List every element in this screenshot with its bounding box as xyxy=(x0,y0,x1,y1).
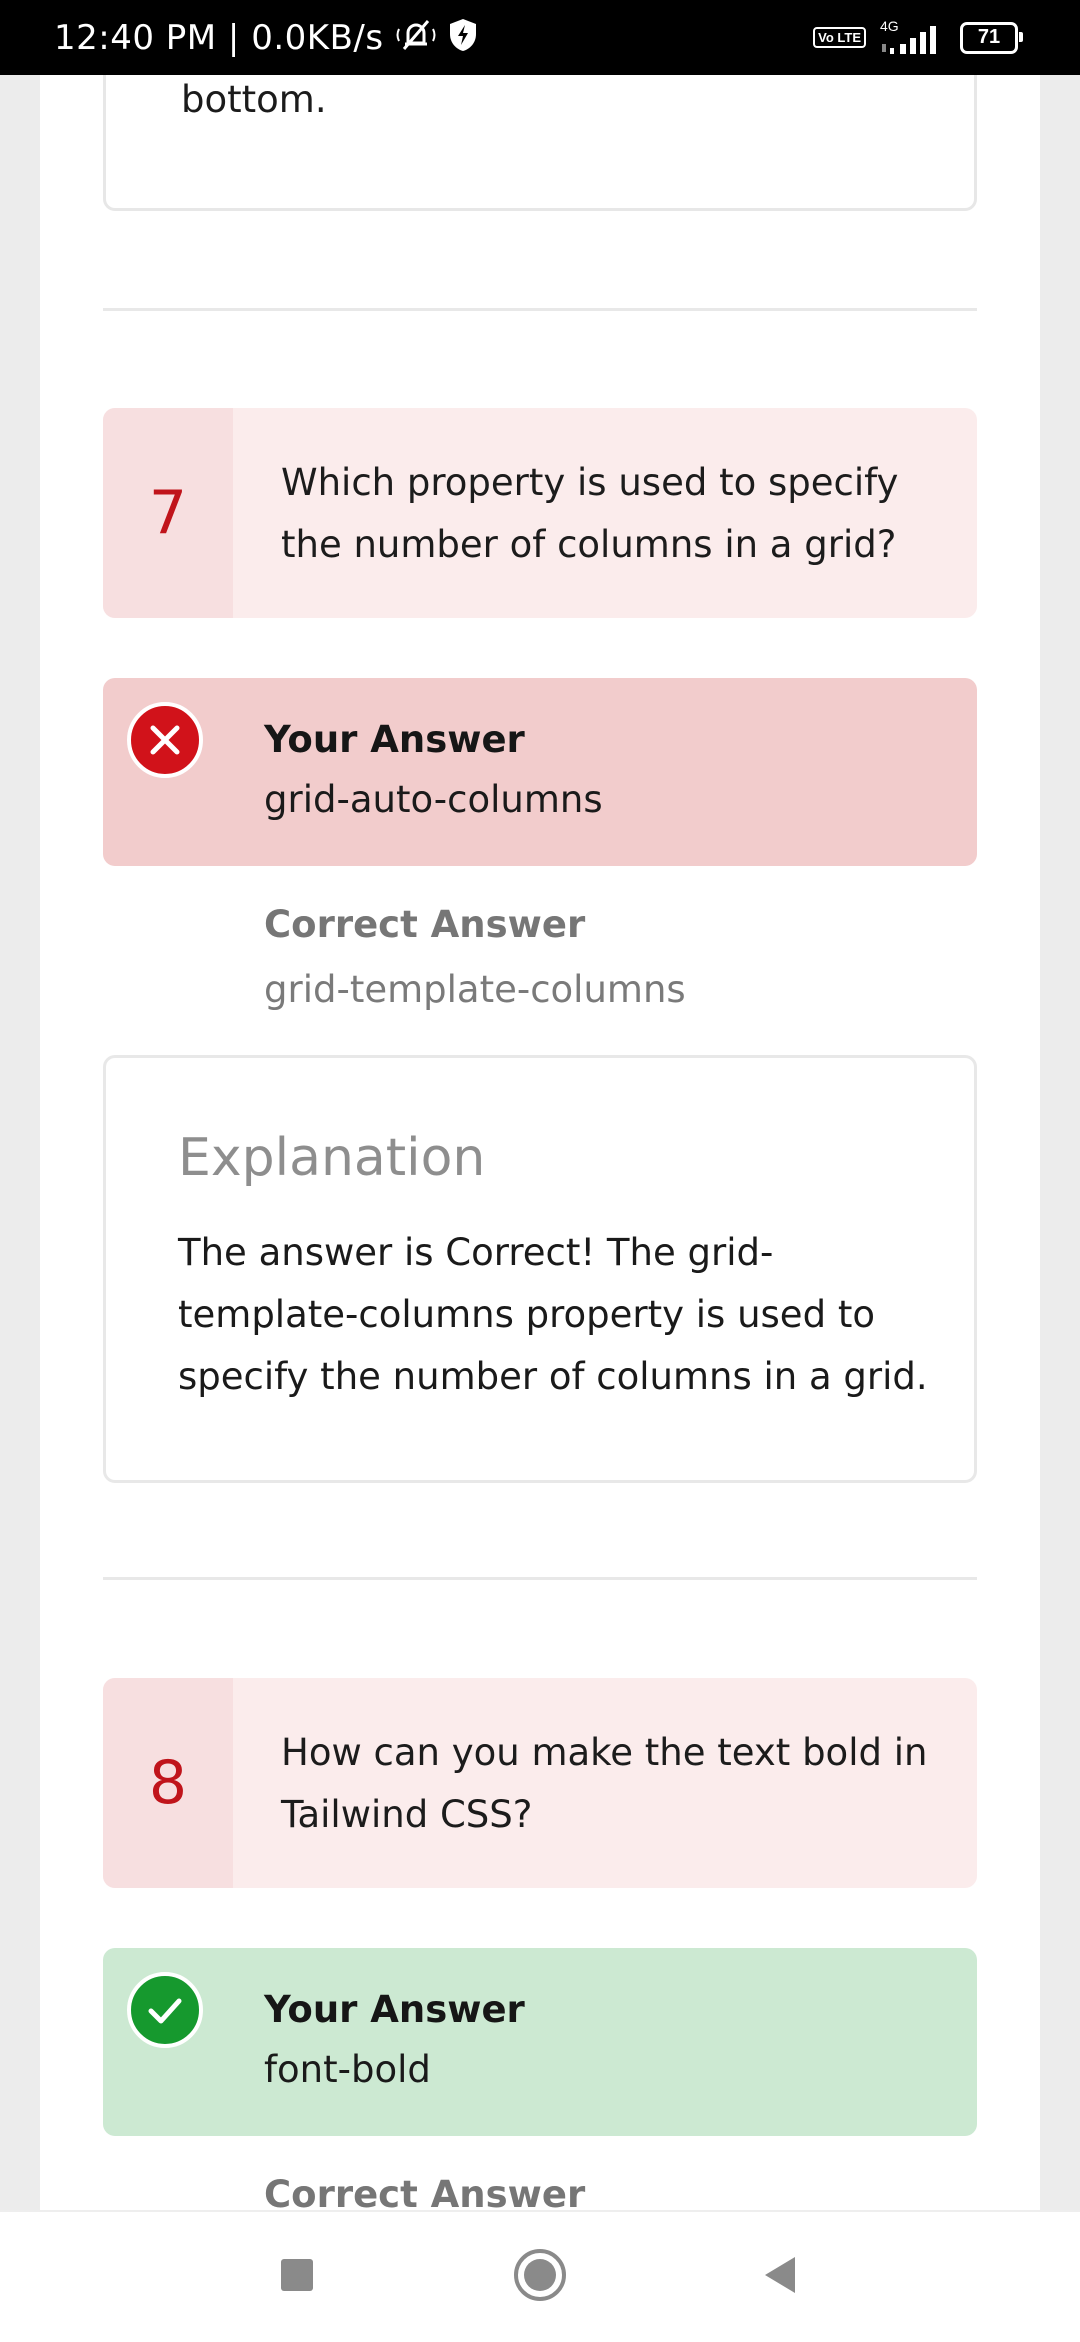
question-card: 8 How can you make the text bold in Tail… xyxy=(103,1678,977,1888)
question-text: How can you make the text bold in Tailwi… xyxy=(281,1731,928,1836)
explanation-card: Explanation The answer is Correct! The g… xyxy=(103,1055,977,1483)
explanation-title: Explanation xyxy=(178,1128,486,1188)
signal-icon: 4G xyxy=(878,18,948,58)
back-button[interactable] xyxy=(721,2212,841,2342)
divider xyxy=(103,308,977,311)
battery-level: 71 xyxy=(977,26,1001,48)
correct-answer-block: Correct Answer xyxy=(264,2173,585,2210)
volte-badge: Vo LTE xyxy=(813,27,866,48)
your-answer-incorrect: Your Answer grid-auto-columns xyxy=(103,678,977,866)
correct-answer-value: grid-template-columns xyxy=(264,968,686,1011)
correct-answer-label: Correct Answer xyxy=(264,903,586,946)
question-number: 8 xyxy=(103,1678,233,1888)
home-button[interactable] xyxy=(480,2212,600,2342)
status-bar: 12:40 PM | 0.0KB/s Vo LTE 4G 71 xyxy=(0,0,1080,75)
your-answer-value: font-bold xyxy=(264,2048,431,2091)
correct-answer-block: Correct Answer grid-template-columns xyxy=(264,903,686,1011)
shield-bolt-icon xyxy=(448,17,478,58)
wrong-x-icon xyxy=(127,702,203,778)
muted-bell-icon xyxy=(394,15,438,60)
quiz-review-page[interactable]: bottom. 7 Which property is used to spec… xyxy=(40,75,1040,2210)
status-right: Vo LTE 4G 71 xyxy=(813,0,1023,75)
battery-icon: 71 xyxy=(960,21,1023,54)
correct-answer-label: Correct Answer xyxy=(264,2173,586,2210)
recents-button[interactable] xyxy=(237,2212,357,2342)
previous-explanation-card: bottom. xyxy=(103,75,977,211)
your-answer-value: grid-auto-columns xyxy=(264,778,603,821)
back-triangle-icon xyxy=(761,2255,801,2300)
question-text: Which property is used to specify the nu… xyxy=(281,461,899,566)
check-icon xyxy=(127,1972,203,2048)
your-answer-label: Your Answer xyxy=(264,718,525,761)
home-circle-icon xyxy=(512,2247,568,2308)
question-card: 7 Which property is used to specify the … xyxy=(103,408,977,618)
previous-explanation-text: bottom. xyxy=(181,78,327,121)
divider xyxy=(103,1577,977,1580)
your-answer-correct: Your Answer font-bold xyxy=(103,1948,977,2136)
navigation-bar xyxy=(0,2210,1080,2342)
question-number: 7 xyxy=(103,408,233,618)
status-time: 12:40 PM | 0.0KB/s xyxy=(54,17,384,58)
explanation-text: The answer is Correct! The grid-template… xyxy=(178,1231,928,1398)
status-left: 12:40 PM | 0.0KB/s xyxy=(54,0,478,75)
recents-square-icon xyxy=(279,2257,315,2298)
your-answer-label: Your Answer xyxy=(264,1988,525,2031)
